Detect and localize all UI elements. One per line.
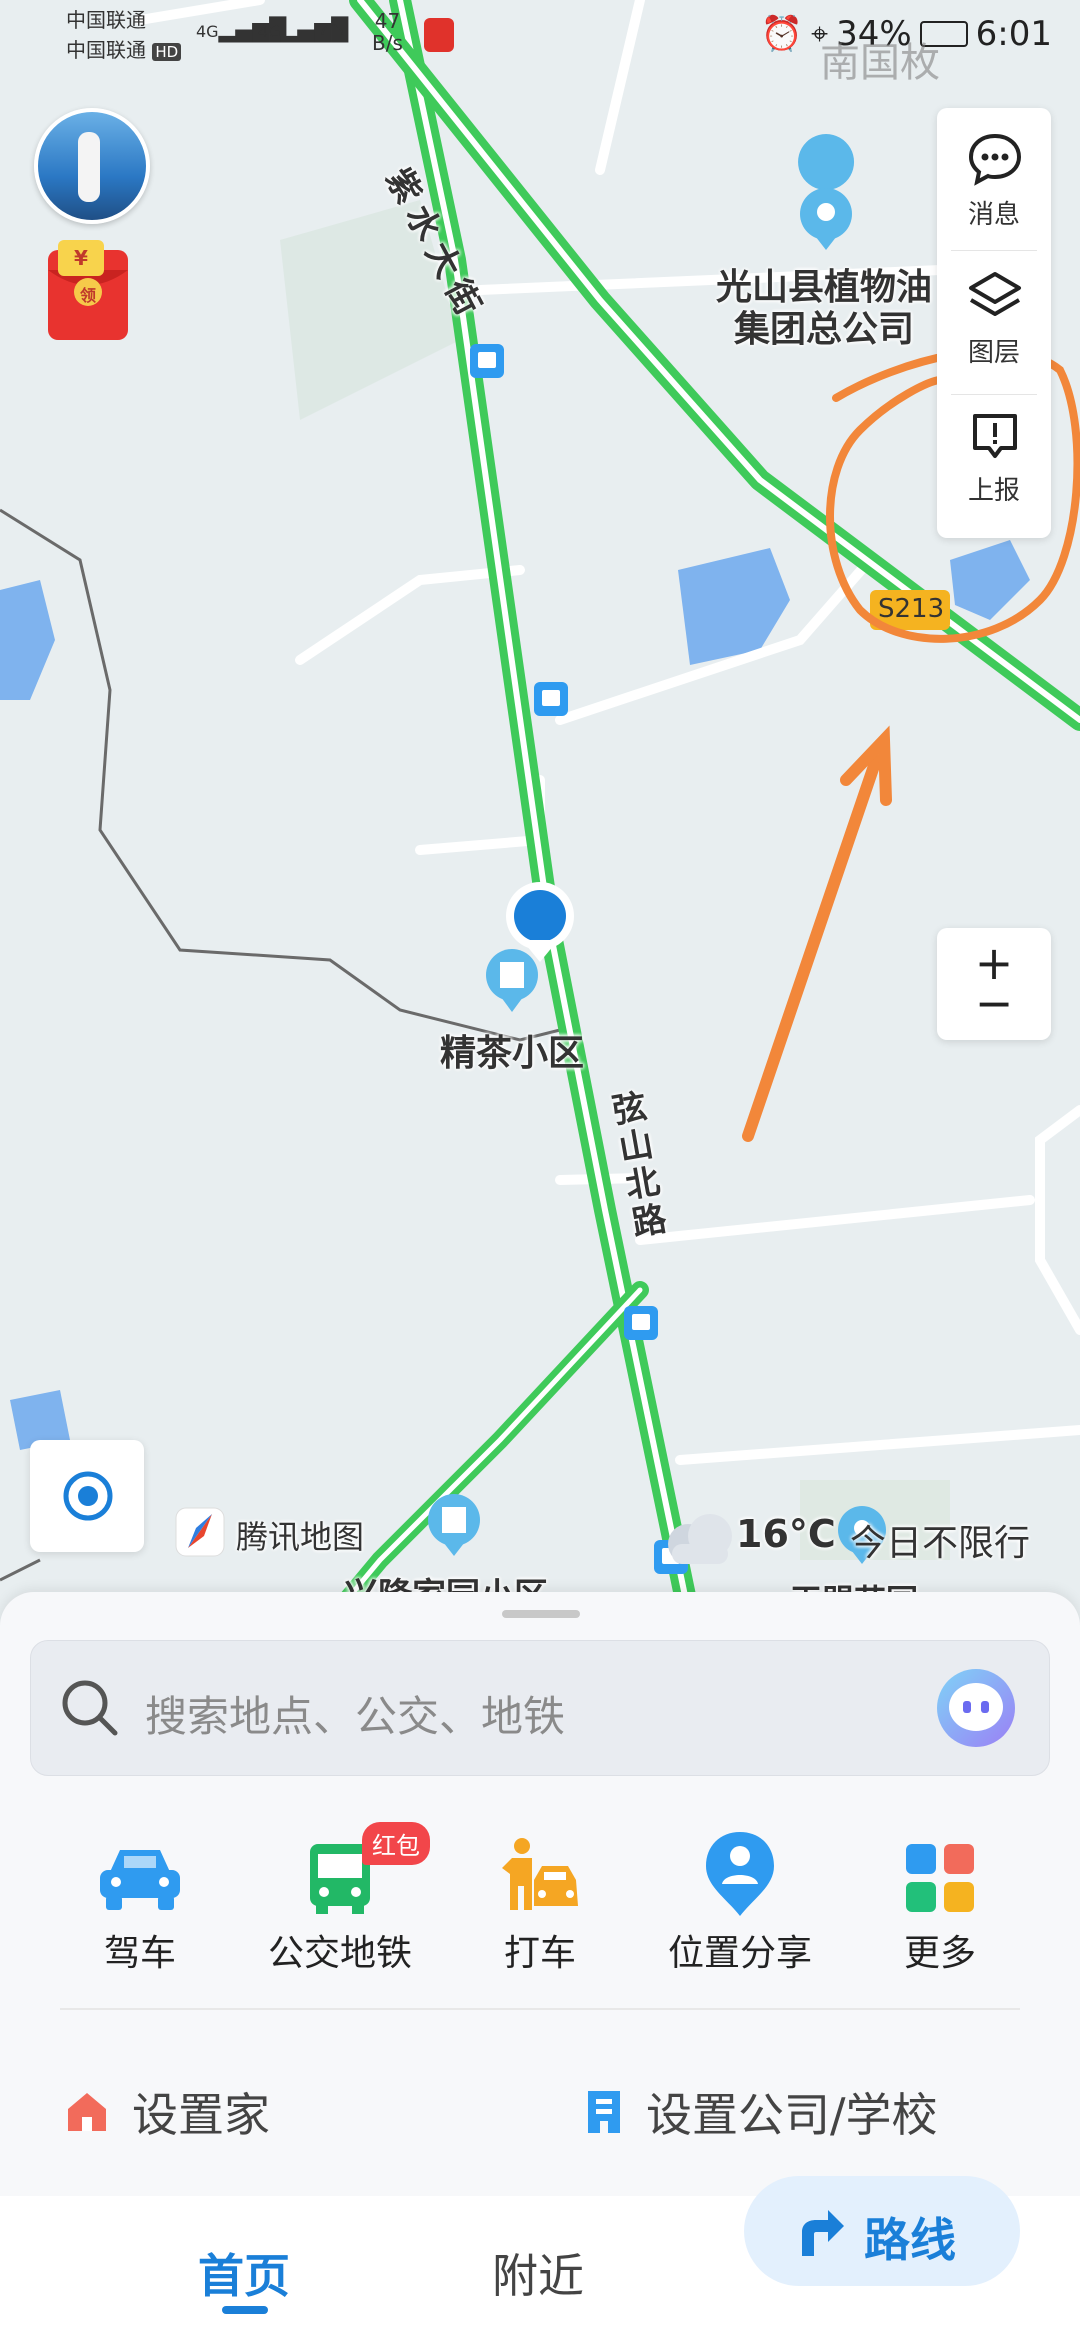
message-label: 消息 bbox=[967, 200, 1020, 230]
claim-text: 领 bbox=[80, 286, 97, 305]
divider bbox=[951, 250, 1037, 251]
currency-symbol: ¥ bbox=[74, 246, 88, 270]
report-label: 上报 bbox=[967, 476, 1020, 506]
tencent-map-logo: 腾讯地图 bbox=[236, 1518, 365, 1556]
report-button[interactable]: 上报 bbox=[937, 396, 1051, 536]
carrier-1: 中国联通 bbox=[66, 8, 146, 32]
message-button[interactable]: 消息 bbox=[937, 108, 1051, 248]
locate-me-button[interactable] bbox=[30, 1440, 144, 1552]
quick-action-more[interactable]: 更多 bbox=[840, 1812, 1040, 1974]
zoom-control[interactable]: + − bbox=[937, 928, 1051, 1040]
red-packet-button[interactable]: ¥ 领 bbox=[40, 240, 136, 344]
building-icon bbox=[588, 2091, 620, 2133]
alarm-icon: ⏰ bbox=[760, 14, 804, 54]
hd-badge: HD bbox=[152, 43, 182, 61]
poi-label-oil-2[interactable]: 集团总公司 bbox=[734, 300, 914, 352]
message-icon bbox=[968, 133, 1022, 186]
quick-action-share-location[interactable]: 位置分享 bbox=[640, 1812, 840, 1974]
report-icon bbox=[973, 414, 1017, 458]
quick-action-label: 更多 bbox=[903, 1933, 976, 1974]
route-button[interactable]: 路线 bbox=[744, 2176, 1020, 2286]
home-icon bbox=[68, 2093, 106, 2131]
location-share-icon bbox=[706, 1832, 774, 1916]
quick-action-label: 公交地铁 bbox=[267, 1933, 412, 1974]
search-placeholder[interactable]: 搜索地点、公交、地铁 bbox=[145, 1683, 565, 1744]
divider bbox=[951, 394, 1037, 395]
set-home-button[interactable]: 设置家 bbox=[64, 2072, 270, 2152]
carrier-2: 中国联通 HD bbox=[66, 38, 182, 62]
tab-nearby[interactable]: 附近 bbox=[492, 2240, 584, 2306]
clock: 6:01 bbox=[975, 14, 1052, 54]
wifi-icon: ◠ bbox=[320, 16, 345, 49]
search-bar[interactable]: 搜索地点、公交、地铁 bbox=[30, 1640, 1050, 1776]
tab-active-indicator bbox=[222, 2306, 268, 2314]
more-grid-icon bbox=[906, 1844, 974, 1912]
zoom-out-icon[interactable]: − bbox=[937, 976, 1051, 1030]
layers-button[interactable]: 图层 bbox=[937, 252, 1051, 392]
taxi-icon bbox=[502, 1838, 578, 1910]
traffic-limit-text[interactable]: 今日不限行 bbox=[850, 1514, 1030, 1566]
turn-right-icon bbox=[802, 2210, 844, 2256]
sheet-grabber[interactable] bbox=[502, 1610, 580, 1618]
voice-assistant-icon[interactable] bbox=[937, 1669, 1015, 1747]
poi-label-jingcha[interactable]: 精茶小区 bbox=[440, 1024, 584, 1076]
route-label: 路线 bbox=[864, 2213, 956, 2267]
quick-action-label: 驾车 bbox=[103, 1933, 176, 1974]
section-divider bbox=[60, 2008, 1020, 2010]
quick-action-label: 位置分享 bbox=[667, 1933, 812, 1974]
network-speed: 47 B/s bbox=[372, 9, 403, 55]
set-company-button[interactable]: 设置公司/学校 bbox=[584, 2072, 938, 2152]
watermark: 南国枚 bbox=[820, 40, 940, 86]
set-home-label: 设置家 bbox=[132, 2088, 270, 2142]
map-drawing bbox=[0, 0, 1080, 1631]
mic-recording-icon bbox=[424, 18, 454, 52]
road-shield-s213: S213 bbox=[878, 594, 945, 624]
quick-action-transit[interactable]: 红包 公交地铁 bbox=[240, 1812, 440, 1974]
map-canvas[interactable]: 光山县植物油 集团总公司 紫水大街 S213 精茶小区 弦山北路 腾讯地图 兴隆… bbox=[0, 0, 1080, 1631]
quick-action-taxi[interactable]: 打车 bbox=[440, 1812, 640, 1974]
quick-action-label: 打车 bbox=[503, 1933, 576, 1974]
quick-action-drive[interactable]: 驾车 bbox=[40, 1812, 240, 1974]
red-packet-badge: 红包 bbox=[362, 1822, 430, 1865]
weather-temperature[interactable]: 16°C bbox=[736, 1512, 836, 1556]
layers-label: 图层 bbox=[967, 338, 1020, 368]
locate-icon bbox=[63, 1471, 113, 1521]
user-avatar[interactable] bbox=[34, 108, 150, 224]
search-icon bbox=[62, 1680, 118, 1736]
tab-home[interactable]: 首页 bbox=[198, 2240, 290, 2306]
car-icon bbox=[100, 1850, 180, 1910]
set-company-label: 设置公司/学校 bbox=[646, 2088, 938, 2142]
layers-icon bbox=[969, 272, 1021, 316]
map-control-panel: 消息 图层 上报 bbox=[937, 108, 1051, 538]
